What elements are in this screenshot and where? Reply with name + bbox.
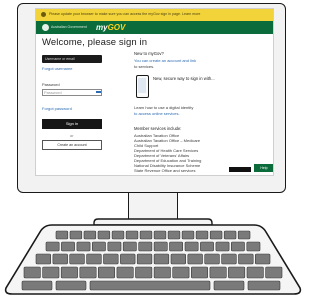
keyboard-key (265, 266, 283, 279)
keyboard-key (107, 241, 122, 252)
keyboard-key (103, 253, 119, 265)
keyboard-key (35, 253, 51, 265)
keyboard-key (153, 230, 167, 240)
keyboard-key (136, 253, 153, 265)
keyboard-key (83, 230, 97, 240)
keyboard-key (221, 253, 237, 265)
keyboard-key (55, 230, 69, 240)
keyboard-key (153, 253, 170, 265)
keyboard-key (238, 253, 254, 265)
keyboard-key (45, 241, 60, 252)
keyboard-key (187, 253, 203, 265)
keyboard-key (170, 253, 186, 265)
keyboard-key (138, 241, 153, 252)
monitor-base (93, 218, 213, 226)
keyboard-key (215, 241, 230, 252)
keyboard-key (23, 266, 41, 279)
keyboard-key (69, 253, 85, 265)
keyboard-key (55, 280, 87, 291)
keyboard-key (125, 230, 139, 240)
keyboard-key (204, 253, 220, 265)
keyboard-key (200, 241, 214, 252)
keyboard-key (231, 241, 245, 252)
keyboard-key (98, 266, 116, 279)
keyboard-key (122, 241, 137, 252)
keyboard-key (209, 230, 223, 240)
keyboard-illustration (4, 218, 302, 295)
keyboard-key (153, 266, 171, 279)
keyboard-key (86, 253, 102, 265)
keyboard-key (92, 241, 106, 252)
keyboard-key (153, 241, 168, 252)
keyboard-key (69, 230, 83, 240)
keyboard-key (79, 266, 97, 279)
space-bar-key (89, 280, 211, 291)
keyboard-key (52, 253, 68, 265)
keyboard-key (116, 266, 134, 279)
keyboard-key (97, 230, 111, 240)
keyboard-key (209, 266, 227, 279)
keyboard-key (167, 230, 181, 240)
keyboard-key (213, 280, 245, 291)
keyboard-key (169, 241, 183, 252)
keyboard-key (111, 230, 125, 240)
keyboard-key (61, 241, 75, 252)
keyboard-key (120, 253, 136, 265)
keyboard-key (223, 230, 237, 240)
keyboard-key (184, 241, 199, 252)
keyboard-key (228, 266, 246, 279)
keyboard-key (237, 230, 251, 240)
keyboard-key (42, 266, 60, 279)
keyboard-key (255, 253, 271, 265)
keyboard-key (76, 241, 91, 252)
keyboard-key (60, 266, 78, 279)
keyboard-key (191, 266, 209, 279)
keyboard-key (21, 280, 53, 291)
keyboard-key (246, 241, 261, 252)
keyboard-key (172, 266, 190, 279)
keyboard-key (181, 230, 195, 240)
keyboard-key (247, 280, 281, 291)
keyboard-key (195, 230, 209, 240)
keyboard-key (246, 266, 264, 279)
keyboard-key (135, 266, 153, 279)
keyboard-key (139, 230, 153, 240)
